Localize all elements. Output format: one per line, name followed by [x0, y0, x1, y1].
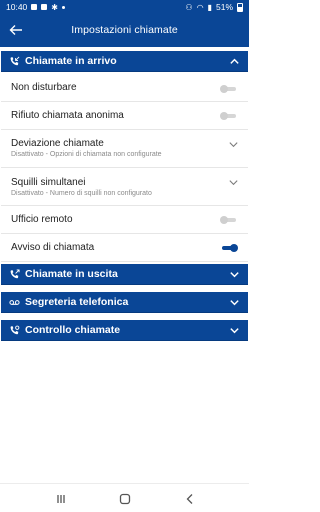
chevron-down-icon[interactable]	[228, 139, 239, 150]
page-title: Impostazioni chiamate	[71, 24, 178, 36]
section-outgoing-calls[interactable]: Chiamate in uscita	[1, 264, 248, 285]
section-voicemail[interactable]: Segreteria telefonica	[1, 292, 248, 313]
mail-icon	[41, 4, 48, 10]
app-bar: Impostazioni chiamate	[0, 14, 249, 47]
status-bar: 10:40 ✱ ⚇ ◠ ▮ 51%	[0, 0, 249, 14]
toggle-knob	[220, 85, 228, 93]
toggle-knob	[220, 112, 228, 120]
setting-do-not-disturb: Non disturbare	[1, 76, 248, 102]
gallery-icon	[31, 4, 38, 10]
anonymous-rejection-toggle[interactable]	[220, 112, 238, 120]
setting-subtitle: Disattivato - Opzioni di chiamata non co…	[11, 151, 162, 158]
setting-label: Rifiuto chiamata anonima	[11, 110, 124, 121]
section-call-control[interactable]: Controllo chiamate	[1, 320, 248, 341]
outgoing-call-icon	[10, 268, 20, 278]
notification-dot-icon	[61, 5, 65, 9]
setting-label: Deviazione chiamate	[11, 138, 104, 149]
chevron-down-icon[interactable]	[229, 297, 240, 308]
setting-simultaneous-ring[interactable]: Squilli simultanei Disattivato - Numero …	[1, 169, 248, 206]
setting-anonymous-rejection: Rifiuto chiamata anonima	[1, 103, 248, 130]
section-incoming-calls[interactable]: Chiamate in arrivo	[1, 51, 248, 72]
setting-call-waiting: Avviso di chiamata	[1, 235, 248, 262]
back-nav-icon[interactable]	[183, 492, 197, 506]
wifi-icon: ◠	[196, 2, 204, 12]
toggle-knob	[230, 244, 238, 252]
setting-subtitle: Disattivato - Numero di squilli non conf…	[11, 190, 152, 197]
incoming-call-icon	[10, 56, 20, 65]
chevron-down-icon[interactable]	[229, 269, 240, 280]
battery-percent: 51%	[215, 2, 233, 12]
setting-label: Ufficio remoto	[11, 214, 73, 225]
setting-remote-office: Ufficio remoto	[1, 207, 248, 234]
setting-call-forwarding[interactable]: Deviazione chiamate Disattivato - Opzion…	[1, 131, 248, 168]
remote-office-toggle[interactable]	[220, 216, 238, 224]
section-label: Chiamate in uscita	[25, 268, 118, 280]
setting-label: Avviso di chiamata	[11, 242, 95, 253]
call-waiting-toggle[interactable]	[220, 244, 238, 252]
recent-apps-icon[interactable]	[54, 492, 68, 506]
home-icon[interactable]	[118, 492, 132, 506]
chevron-down-icon[interactable]	[229, 325, 240, 336]
voicemail-icon	[9, 299, 20, 305]
setting-label: Squilli simultanei	[11, 177, 86, 188]
section-label: Segreteria telefonica	[25, 296, 129, 308]
chevron-up-icon[interactable]	[229, 56, 240, 67]
call-control-icon	[10, 325, 20, 334]
mute-icon: ⚇	[185, 2, 193, 12]
setting-label: Non disturbare	[11, 82, 77, 93]
section-label: Chiamate in arrivo	[25, 55, 117, 67]
toggle-knob	[220, 216, 228, 224]
signal-icon: ▮	[207, 2, 212, 12]
chevron-down-icon[interactable]	[228, 177, 239, 188]
battery-icon	[237, 2, 243, 12]
nfc-icon: ✱	[51, 2, 58, 12]
section-label: Controllo chiamate	[25, 324, 121, 336]
do-not-disturb-toggle[interactable]	[220, 85, 238, 93]
status-time: 10:40	[6, 2, 28, 12]
system-nav-bar	[0, 483, 249, 512]
